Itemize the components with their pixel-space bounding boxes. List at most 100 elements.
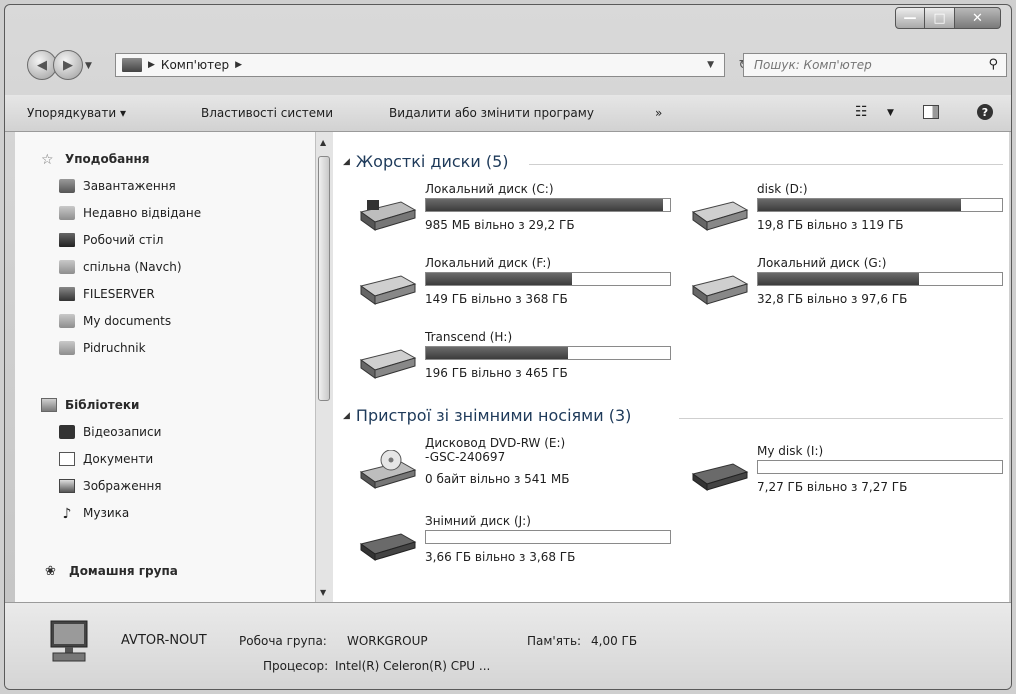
sidebar-item-my-documents[interactable]: My documents <box>59 314 171 328</box>
sidebar-item-shared-navch[interactable]: спільна (Navch) <box>59 260 182 274</box>
hard-drive-icon <box>359 349 417 379</box>
organize-button[interactable]: Упорядкувати ▾ <box>27 106 126 120</box>
recent-places-icon <box>59 206 75 220</box>
uninstall-program-button[interactable]: Видалити або змінити програму <box>389 106 594 120</box>
cpu-value: Intel(R) Celeron(R) CPU ... <box>335 659 491 673</box>
system-properties-button[interactable]: Властивості системи <box>201 106 333 120</box>
sidebar-item-music[interactable]: ♪ Музика <box>59 506 130 522</box>
sidebar-item-videos[interactable]: Відеозаписи <box>59 425 161 439</box>
folder-icon <box>59 314 75 328</box>
star-icon: ☆ <box>41 152 54 168</box>
view-dropdown-icon[interactable]: ▼ <box>887 108 894 118</box>
group-header-removable[interactable]: ◢ Пристрої зі знімними носіями (3) <box>343 406 631 425</box>
drive-item[interactable]: Локальний диск (G:) 32,8 ГБ вільно з 97,… <box>689 256 1009 326</box>
removable-drive-icon <box>691 463 749 491</box>
breadcrumb-arrow-icon[interactable]: ▶ <box>235 60 242 70</box>
homegroup-icon: ❀ <box>45 564 56 579</box>
back-arrow-icon: ◀ <box>37 57 47 73</box>
sidebar-item-favorites[interactable]: ☆ Уподобання <box>41 152 150 168</box>
drive-usage-fill <box>426 347 568 359</box>
sidebar-label: Відеозаписи <box>83 425 162 439</box>
sidebar-label: Зображення <box>83 479 162 493</box>
sidebar-label: Робочий стіл <box>83 233 164 247</box>
explorer-window: — □ ✕ ◀ ▶ ▼ ▶ Комп'ютер ▶ ▼ ↻ ⚲ Упорядку… <box>4 4 1012 690</box>
shared-folder-icon <box>59 260 75 274</box>
sidebar-label: FILESERVER <box>83 287 155 301</box>
libraries-icon <box>41 398 57 412</box>
sidebar-item-fileserver[interactable]: FILESERVER <box>59 287 155 301</box>
drive-item[interactable]: Знімний диск (J:) 3,66 ГБ вільно з 3,68 … <box>357 514 677 584</box>
drive-free-space: 985 МБ вільно з 29,2 ГБ <box>425 218 575 232</box>
scroll-down-arrow-icon[interactable]: ▼ <box>320 588 326 597</box>
drive-item[interactable]: disk (D:) 19,8 ГБ вільно з 119 ГБ <box>689 182 1009 252</box>
computer-icon <box>50 620 88 662</box>
scroll-up-arrow-icon[interactable]: ▲ <box>320 138 326 147</box>
computer-name: AVTOR-NOUT <box>121 633 207 648</box>
drive-usage-bar <box>757 460 1003 474</box>
sidebar-item-pictures[interactable]: Зображення <box>59 479 162 493</box>
history-dropdown-icon[interactable]: ▼ <box>85 61 92 71</box>
forward-arrow-icon: ▶ <box>63 57 73 73</box>
drive-item[interactable]: Локальний диск (F:) 149 ГБ вільно з 368 … <box>357 256 677 326</box>
drive-name: Дисковод DVD-RW (E:) <box>425 436 566 450</box>
group-header-hard-disks[interactable]: ◢ Жорсткі диски (5) <box>343 152 508 171</box>
removable-drive-icon <box>359 533 417 561</box>
window-controls: — □ ✕ <box>895 7 1001 29</box>
sidebar-item-homegroup[interactable]: ❀ Домашня група <box>45 564 178 579</box>
drive-name: Локальний диск (F:) <box>425 256 552 270</box>
details-pane: AVTOR-NOUT Робоча група: WORKGROUP Пам'я… <box>5 602 1011 689</box>
drive-item[interactable]: Transcend (H:) 196 ГБ вільно з 465 ГБ <box>357 330 677 400</box>
change-view-icon[interactable]: ☷ <box>855 104 875 120</box>
sidebar-item-pidruchnik[interactable]: Pidruchnik <box>59 341 146 355</box>
workgroup-label: Робоча група: <box>239 634 327 648</box>
folder-icon <box>59 341 75 355</box>
workgroup-value: WORKGROUP <box>347 634 428 648</box>
sidebar-label: Pidruchnik <box>83 341 146 355</box>
close-button[interactable]: ✕ <box>955 7 1001 29</box>
drive-item[interactable]: My disk (I:) 7,27 ГБ вільно з 7,27 ГБ <box>689 444 1009 514</box>
drive-item[interactable]: Локальний диск (C:) 985 МБ вільно з 29,2… <box>357 182 677 252</box>
hard-drive-icon <box>691 201 749 231</box>
search-input[interactable] <box>752 57 966 73</box>
drive-usage-bar <box>425 346 671 360</box>
navigation-scrollbar[interactable]: ▲ ▼ <box>315 132 333 602</box>
sidebar-item-downloads[interactable]: Завантаження <box>59 179 176 193</box>
forward-button[interactable]: ▶ <box>53 50 83 80</box>
more-commands-button[interactable]: » <box>655 106 662 120</box>
drive-name: Знімний диск (J:) <box>425 514 531 528</box>
sidebar-item-documents[interactable]: Документи <box>59 452 153 466</box>
breadcrumb-arrow-icon[interactable]: ▶ <box>148 60 155 70</box>
memory-value: 4,00 ГБ <box>591 634 638 648</box>
sidebar-item-libraries[interactable]: Бібліотеки <box>41 398 139 412</box>
drive-free-space: 3,66 ГБ вільно з 3,68 ГБ <box>425 550 576 564</box>
maximize-button[interactable]: □ <box>925 7 955 29</box>
minimize-button[interactable]: — <box>895 7 925 29</box>
computer-icon <box>122 58 142 72</box>
help-icon[interactable]: ? <box>977 104 993 120</box>
scrollbar-thumb[interactable] <box>318 156 330 401</box>
preview-pane-icon[interactable] <box>923 105 939 119</box>
address-dropdown-icon[interactable]: ▼ <box>707 60 714 70</box>
drive-name: Transcend (H:) <box>425 330 513 344</box>
address-bar[interactable]: ▶ Комп'ютер ▶ ▼ <box>115 53 725 77</box>
drive-usage-bar <box>757 198 1003 212</box>
hard-drive-icon <box>691 275 749 305</box>
drive-free-space: 0 байт вільно з 541 МБ <box>425 472 570 486</box>
drive-usage-bar <box>425 272 671 286</box>
navigation-bar: ◀ ▶ ▼ ▶ Комп'ютер ▶ ▼ ↻ ⚲ <box>5 45 1011 81</box>
search-icon[interactable]: ⚲ <box>988 57 998 72</box>
sidebar-item-recent-places[interactable]: Недавно відвідане <box>59 206 201 220</box>
drive-name: Локальний диск (G:) <box>757 256 887 270</box>
collapse-triangle-icon[interactable]: ◢ <box>343 157 350 167</box>
collapse-triangle-icon[interactable]: ◢ <box>343 411 350 421</box>
drive-item[interactable]: Дисковод DVD-RW (E:) -GSC-240697 0 байт … <box>357 436 677 506</box>
drive-usage-fill <box>758 199 961 211</box>
drive-usage-fill <box>426 199 663 211</box>
video-library-icon <box>59 425 75 439</box>
sidebar-item-desktop[interactable]: Робочий стіл <box>59 233 163 247</box>
search-box[interactable]: ⚲ <box>743 53 1007 77</box>
breadcrumb-computer[interactable]: Комп'ютер <box>161 58 229 72</box>
group-title: Жорсткі диски (5) <box>355 152 509 171</box>
sidebar-label: Домашня група <box>69 564 178 578</box>
documents-library-icon <box>59 452 75 466</box>
